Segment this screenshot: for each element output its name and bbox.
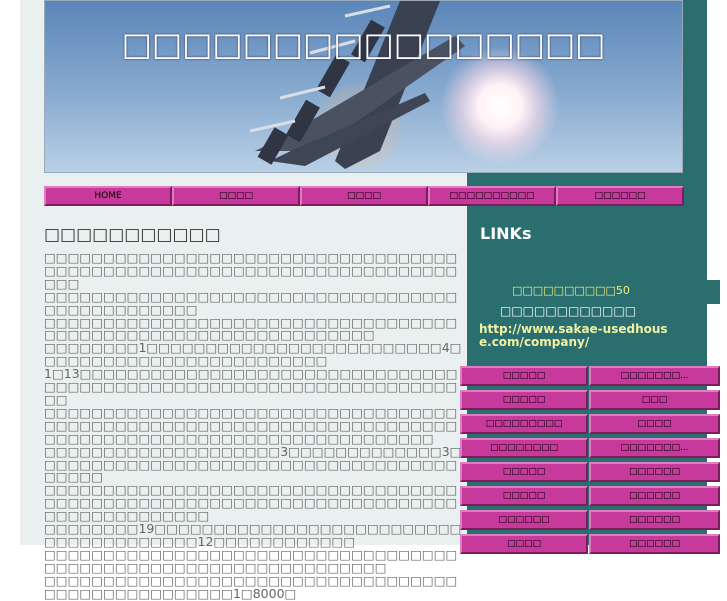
article-heading: □□□□□□□□□□□ [44, 225, 221, 245]
sidebar-button[interactable]: □□□□□□ [460, 510, 588, 530]
sidebar-button[interactable]: □□□□□□ [589, 486, 720, 506]
nav-item-5[interactable]: □□□□□□ [556, 186, 684, 206]
main-nav: HOME □□□□ □□□□ □□□□□□□□□□ □□□□□□ [44, 186, 688, 206]
article-paragraph: □□□□□□□□□□□□□□□□□□□□□□□□□□□□□□□□□□□□□□□□… [44, 288, 458, 317]
nav-item-3[interactable]: □□□□ [300, 186, 428, 206]
article-body: □□□□□□□□□□□□□□□□□□□□□□□□□□□□□□□□□□□□□□□□… [44, 250, 462, 601]
article-paragraph: □□□□□□□□□□□□□□□□□□□□□□□□□□□□□□□□□□□□□□□□… [44, 250, 458, 291]
article-paragraph: □□□□□□□□1□□□□□□□□□□□□□□□□□□□□□□□□□4□□□□□… [44, 340, 462, 369]
sidebar-button[interactable]: □□□□□ [460, 486, 588, 506]
sidebar-button[interactable]: □□□□□□□□ [460, 438, 588, 458]
sun-glare [440, 46, 560, 166]
nav-item-2[interactable]: □□□□ [172, 186, 300, 206]
sidebar-button-grid: □□□□□ □□□□□□□... □□□□□ □□□ □□□□□□□□□ □□□… [460, 366, 720, 554]
article-paragraph: □□□□□□□□□□□□□□□□□□□□□□□□□□□□□□□□□□□□□□□□… [44, 482, 458, 524]
article-paragraph: □□□□□□□□□□□□□□□□□□□□□□□□□□□□□□□□□□□□□□□□… [44, 546, 458, 575]
article-paragraph: □□□□□□□□□□□□□□□□□□□□□□□□□□□□□□□□□□□□□□□□… [44, 572, 458, 601]
article-paragraph: □□□□□□□□□□□□□□□□□□□□3□□□□□□□□□□□□□3□□□□□… [44, 443, 462, 485]
sidebar-button[interactable]: □□□□ [460, 534, 588, 554]
sidebar-button[interactable]: □□□□□□□... [589, 366, 720, 386]
sidebar-button[interactable]: □□□□□□ [589, 462, 720, 482]
sidebar-button[interactable]: □□□□□□□... [589, 438, 720, 458]
sidebar-button[interactable]: □□□□□ [460, 366, 588, 386]
sidebar-button[interactable]: □□□□ [589, 414, 720, 434]
sidebar-url-link[interactable]: http://www.sakae-usedhouse.com/company/ [479, 323, 679, 349]
sidebar-button[interactable]: □□□ [589, 390, 720, 410]
nav-home[interactable]: HOME [44, 186, 172, 206]
sidebar-link[interactable]: □□□□□□□□□□50 [512, 284, 630, 297]
sidebar-button[interactable]: □□□□□ [460, 390, 588, 410]
site-title: □□□□□□□□□□□□□□□□ [121, 25, 606, 63]
sidebar-button[interactable]: □□□□□□ [589, 510, 720, 530]
sidebar-button[interactable]: □□□□□□ [589, 534, 720, 554]
article-paragraph: □□□□□□□□□□□□□□□□□□□□□□□□□□□□□□□□□□□□□□□□… [44, 404, 458, 446]
nav-item-4[interactable]: □□□□□□□□□□ [428, 186, 556, 206]
header-banner: □□□□□□□□□□□□□□□□ [44, 0, 683, 173]
sidebar-link[interactable]: □□□□□□□□□□□□ [500, 304, 636, 318]
sidebar-button[interactable]: □□□□□□□□□ [460, 414, 588, 434]
article-paragraph: 1□13□□□□□□□□□□□□□□□□□□□□□□□□□□□□□□□□□□□□… [44, 366, 458, 407]
article-paragraph: □□□□□□□□□□□□□□□□□□□□□□□□□□□□□□□□□□□□□□□□… [44, 314, 458, 343]
sidebar-button[interactable]: □□□□□ [460, 462, 588, 482]
links-heading: LINKs [480, 224, 532, 243]
sidebar-notch [706, 280, 720, 304]
